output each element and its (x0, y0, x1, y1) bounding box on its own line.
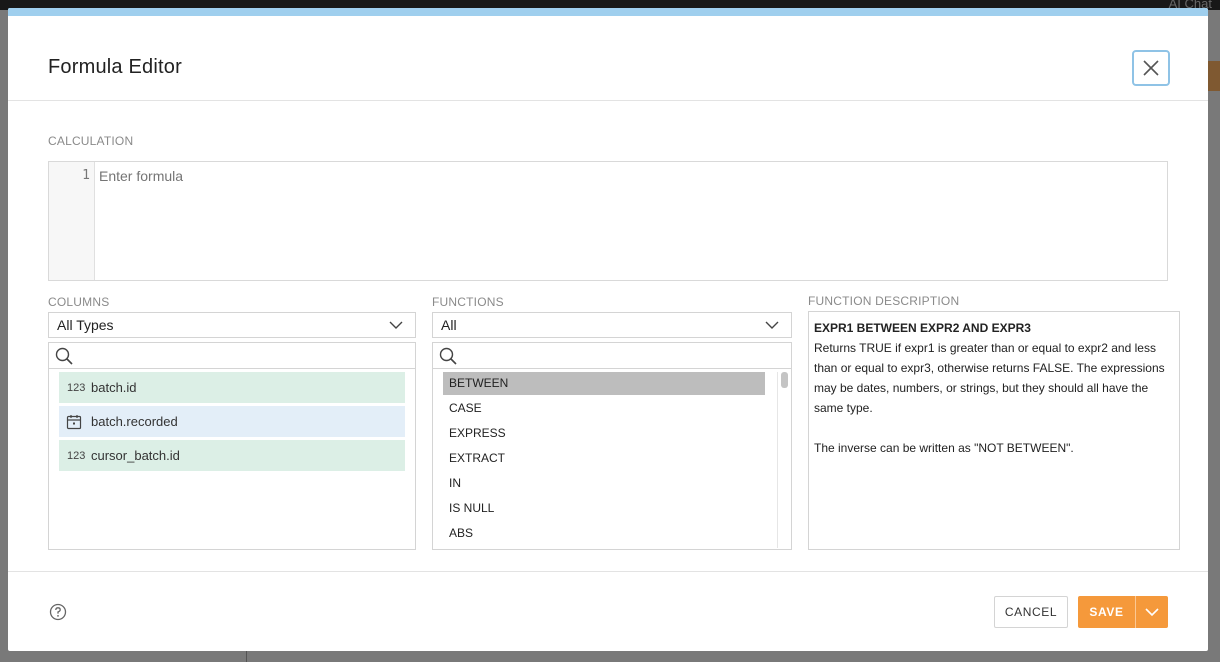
line-number: 1 (82, 168, 90, 183)
column-item-batch-recorded[interactable]: batch.recorded (59, 406, 405, 437)
calculation-label: CALCULATION (48, 134, 134, 148)
dialog-accent-bar (8, 8, 1208, 16)
function-item-between[interactable]: BETWEEN (443, 372, 765, 395)
column-name: batch.recorded (91, 414, 178, 429)
line-number-gutter: 1 (49, 162, 95, 280)
scrollbar-thumb[interactable] (781, 372, 788, 388)
columns-search (49, 343, 415, 369)
chevron-down-icon (1145, 608, 1159, 617)
formula-input[interactable] (99, 168, 1159, 184)
functions-scrollbar[interactable] (777, 372, 791, 548)
close-icon (1143, 60, 1159, 76)
cancel-button[interactable]: CANCEL (994, 596, 1068, 628)
function-category-value: All (441, 317, 457, 333)
save-options-button[interactable] (1135, 596, 1168, 628)
help-icon[interactable] (49, 603, 67, 621)
functions-list: BETWEEN CASE EXPRESS EXTRACT IN IS NULL … (432, 342, 792, 550)
function-signature: EXPR1 BETWEEN EXPR2 AND EXPR3 (814, 321, 1031, 335)
function-category-select[interactable]: All (432, 312, 792, 338)
columns-label: COLUMNS (48, 295, 110, 309)
search-icon (55, 347, 73, 365)
column-type-value: All Types (57, 317, 114, 333)
function-item-is-null[interactable]: IS NULL (443, 497, 765, 520)
number-type-icon: 123 (67, 449, 86, 462)
chevron-down-icon (765, 321, 779, 329)
functions-label: FUNCTIONS (432, 295, 504, 309)
column-item-batch-id[interactable]: 123 batch.id (59, 372, 405, 403)
column-name: cursor_batch.id (91, 448, 180, 463)
column-item-cursor-batch-id[interactable]: 123 cursor_batch.id (59, 440, 405, 471)
number-type-icon: 123 (67, 381, 86, 394)
footer-divider (8, 571, 1208, 572)
function-description-text: Returns TRUE if expr1 is greater than or… (814, 341, 1165, 415)
functions-search (433, 343, 791, 369)
formula-editor[interactable]: 1 (48, 161, 1168, 281)
function-item-extract[interactable]: EXTRACT (443, 447, 765, 470)
function-description-panel: EXPR1 BETWEEN EXPR2 AND EXPR3 Returns TR… (808, 311, 1180, 550)
function-item-case[interactable]: CASE (443, 397, 765, 420)
close-button[interactable] (1132, 50, 1170, 86)
column-type-select[interactable]: All Types (48, 312, 416, 338)
function-description-note: The inverse can be written as "NOT BETWE… (814, 441, 1074, 455)
calendar-icon (66, 414, 86, 430)
function-item-abs[interactable]: ABS (443, 522, 765, 545)
column-name: batch.id (91, 380, 137, 395)
function-item-in[interactable]: IN (443, 472, 765, 495)
header-divider (8, 100, 1208, 101)
columns-search-input[interactable] (77, 346, 377, 364)
search-icon (439, 347, 457, 365)
formula-editor-dialog: Formula Editor CALCULATION 1 COLUMNS All… (8, 8, 1208, 651)
function-description-label: FUNCTION DESCRIPTION (808, 294, 960, 308)
function-item-express[interactable]: EXPRESS (443, 422, 765, 445)
chevron-down-icon (389, 321, 403, 329)
columns-list: 123 batch.id batch.recorded 123 cursor_b… (48, 342, 416, 550)
save-button[interactable]: SAVE (1078, 596, 1135, 628)
dialog-title: Formula Editor (48, 56, 182, 78)
functions-search-input[interactable] (461, 346, 761, 364)
